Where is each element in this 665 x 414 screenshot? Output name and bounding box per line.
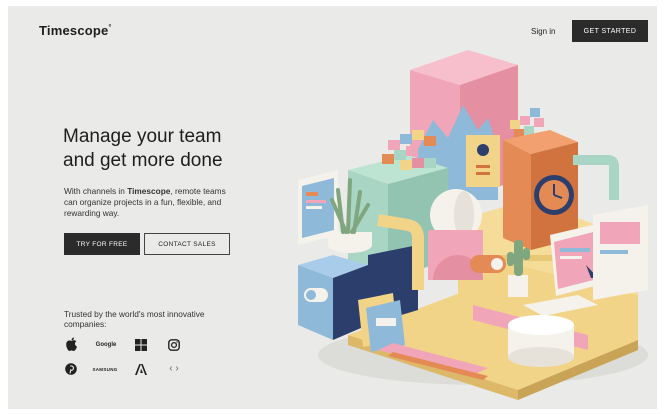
logo-text: Timescope — [39, 23, 109, 38]
hero-description: With channels in Timescope, remote teams… — [64, 186, 234, 219]
hero-title-line1: Manage your team — [63, 126, 222, 147]
cube-stack — [382, 130, 436, 170]
logo[interactable]: Timescope° — [39, 23, 111, 38]
samsung-logo: SAMSUNG — [92, 366, 118, 372]
landing-page: Timescope° Sign in GET STARTED Manage yo… — [8, 6, 657, 409]
white-cylinder — [508, 315, 574, 367]
intercom-panel — [466, 135, 500, 187]
wall-panel — [593, 205, 648, 300]
adobe-icon — [134, 362, 148, 376]
toggle-cube — [298, 255, 368, 340]
contact-sales-button[interactable]: CONTACT SALES — [144, 233, 230, 255]
pink-dome — [428, 230, 483, 280]
apple-icon — [64, 336, 78, 352]
logo-mark: ° — [108, 24, 112, 32]
instagram-icon — [167, 338, 181, 352]
hero-title: Manage your team and get more done — [63, 125, 293, 173]
file-folders — [358, 293, 405, 352]
hero-title-line2: and get more done — [63, 150, 223, 171]
pipe — [573, 155, 619, 200]
sign-in-link[interactable]: Sign in — [531, 27, 555, 36]
hero-desc-brand: Timescope — [127, 186, 171, 196]
hero-desc-before: With channels in — [64, 186, 128, 196]
pinterest-icon — [64, 362, 78, 376]
get-started-button[interactable]: GET STARTED — [572, 20, 648, 42]
trusted-by-text: Trusted by the world's most innovative c… — [64, 309, 205, 329]
workspace-illustration — [298, 50, 648, 400]
carousel-arrows[interactable]: ‹ › — [165, 361, 183, 375]
google-logo: Google — [95, 342, 117, 348]
toggle-pill — [470, 255, 506, 273]
windows-icon — [134, 338, 148, 352]
try-for-free-button[interactable]: TRY FOR FREE — [64, 233, 140, 255]
